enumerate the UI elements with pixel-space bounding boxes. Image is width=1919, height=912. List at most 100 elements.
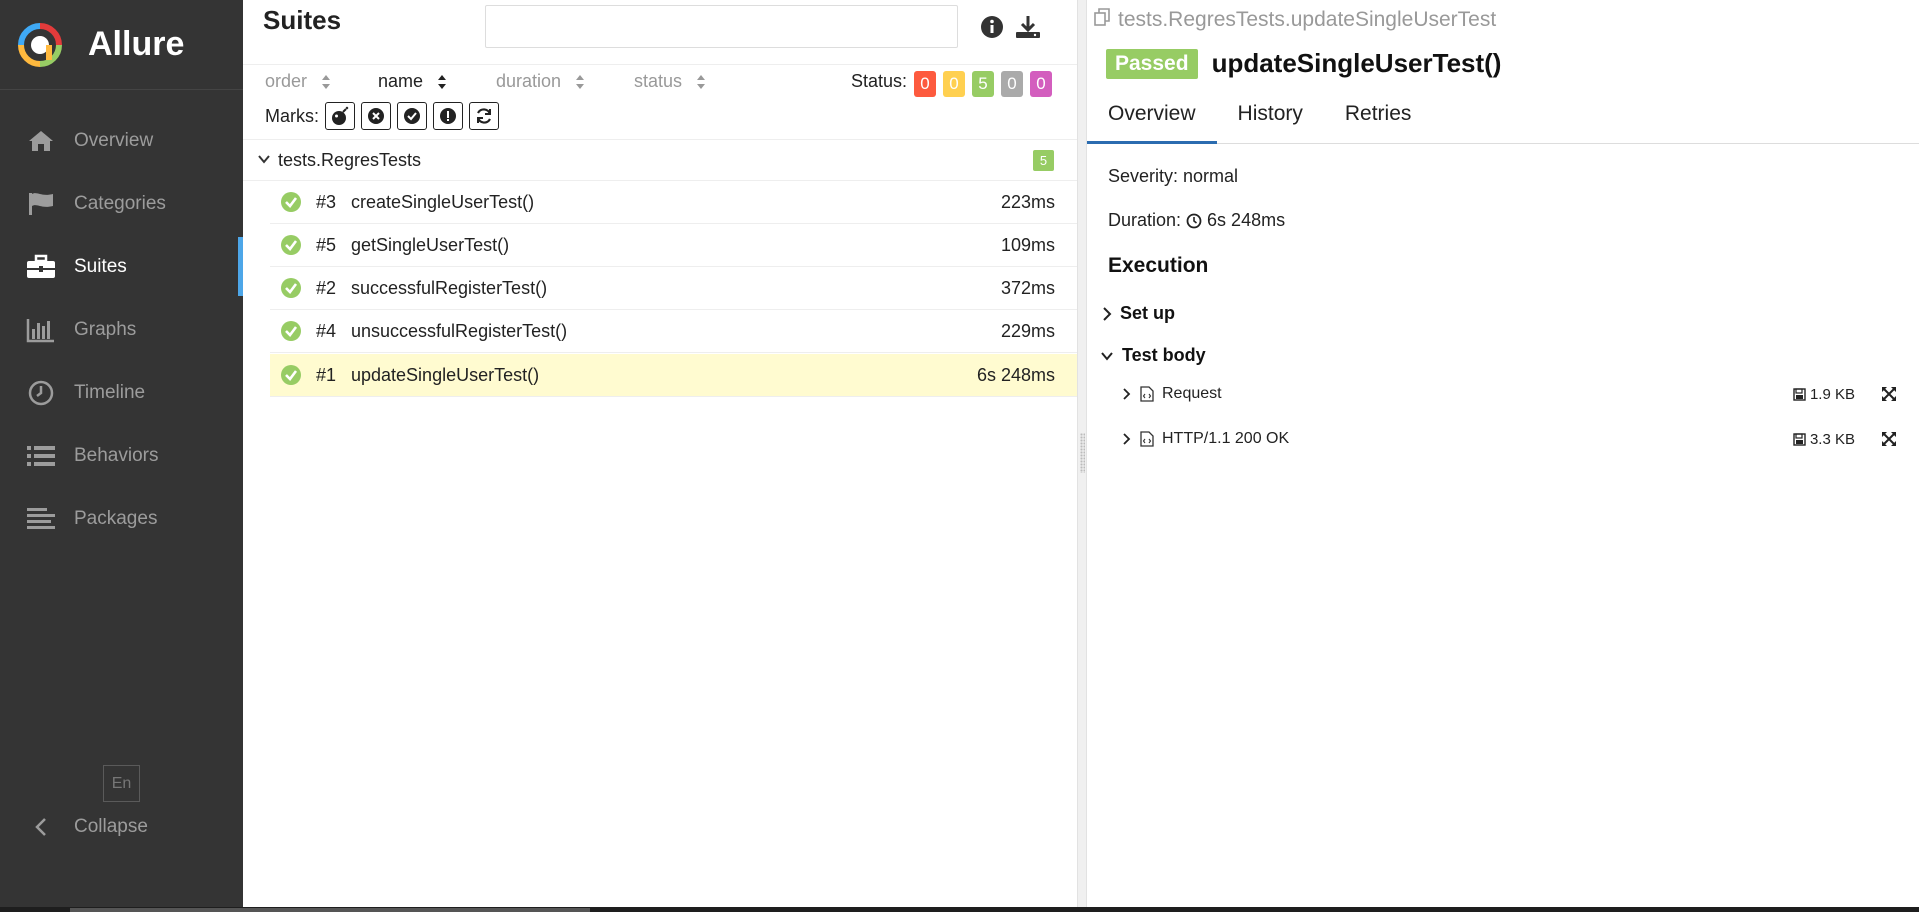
allure-logo-icon — [18, 22, 62, 67]
test-order: #2 — [316, 277, 337, 298]
test-name: unsuccessfulRegisterTest() — [351, 320, 568, 341]
collapse-label: Collapse — [74, 816, 148, 837]
passed-check-icon — [280, 277, 302, 304]
mark-new-passed-button[interactable] — [397, 102, 427, 130]
suites-panel: Suites order name duration status Status… — [243, 0, 1077, 912]
duration-label: Duration: — [1108, 210, 1182, 230]
step-label: Set up — [1120, 303, 1176, 323]
sidebar-item-timeline[interactable]: Timeline — [0, 361, 243, 424]
step-test-body[interactable]: Test body — [1100, 345, 1206, 366]
tab-overview[interactable]: Overview — [1087, 98, 1217, 144]
mark-new-broken-button[interactable] — [433, 102, 463, 130]
bar-chart-icon — [26, 315, 56, 345]
exclamation-circle-icon — [440, 108, 456, 124]
sort-arrows-icon — [575, 74, 585, 90]
copy-icon[interactable] — [1093, 7, 1113, 33]
passed-check-icon — [280, 234, 302, 261]
sidebar-item-behaviors[interactable]: Behaviors — [0, 424, 243, 487]
download-icon[interactable] — [1013, 12, 1043, 42]
test-row[interactable]: #3 createSingleUserTest() 223ms — [270, 181, 1077, 224]
mark-flaky-button[interactable] — [325, 102, 355, 130]
sidebar-item-label: Behaviors — [74, 444, 159, 466]
test-row[interactable]: #4 unsuccessfulRegisterTest() 229ms — [270, 310, 1077, 353]
attachment-row[interactable]: HTTP/1.1 200 OK 3.3 KB — [1122, 424, 1897, 454]
sidebar-item-label: Timeline — [74, 381, 146, 403]
attachment-name: Request — [1162, 385, 1222, 402]
status-filter-failed[interactable]: 0 — [914, 71, 936, 97]
briefcase-icon — [26, 252, 56, 282]
chevron-right-icon — [1123, 433, 1131, 445]
page-title: Suites — [263, 5, 342, 35]
chevron-down-icon — [257, 152, 271, 171]
suites-header: Suites — [243, 0, 1077, 65]
sort-by-order[interactable]: order — [265, 71, 331, 92]
chevron-left-icon — [26, 817, 56, 837]
status-filter-unknown[interactable]: 0 — [1030, 71, 1052, 97]
expand-icon[interactable] — [1881, 386, 1897, 402]
suite-group-row[interactable]: tests.RegresTests 5 — [243, 140, 1077, 181]
sort-label: name — [378, 71, 424, 91]
detail-tabs: Overview History Retries — [1087, 98, 1919, 144]
status-filter-broken[interactable]: 0 — [943, 71, 965, 97]
marks-filter: Marks: — [265, 102, 499, 130]
chevron-down-icon — [1101, 351, 1113, 361]
tab-history[interactable]: History — [1217, 98, 1324, 144]
test-order: #5 — [316, 234, 337, 255]
step-label: Test body — [1122, 345, 1206, 365]
collapse-button[interactable]: Collapse — [26, 816, 148, 838]
sort-arrows-icon — [696, 74, 706, 90]
breadcrumb: tests.RegresTests.updateSingleUserTest — [1093, 7, 1496, 33]
test-detail-panel: tests.RegresTests.updateSingleUserTest P… — [1087, 0, 1919, 912]
chevron-right-icon — [1123, 388, 1131, 400]
test-duration: 109ms — [1000, 234, 1055, 255]
tab-retries[interactable]: Retries — [1324, 98, 1433, 144]
attachment-size-value: 1.9 KB — [1809, 385, 1855, 403]
pane-splitter[interactable] — [1077, 0, 1087, 912]
sidebar-item-suites[interactable]: Suites — [0, 235, 243, 298]
test-row[interactable]: #2 successfulRegisterTest() 372ms — [270, 267, 1077, 310]
horizontal-scrollbar-thumb[interactable] — [70, 908, 590, 912]
marks-label: Marks: — [265, 105, 319, 126]
list-icon — [26, 441, 56, 471]
brand[interactable]: Allure — [0, 0, 243, 90]
test-name: successfulRegisterTest() — [351, 277, 548, 298]
save-icon — [1793, 432, 1806, 446]
status-filter-skipped[interactable]: 0 — [1001, 71, 1023, 97]
suite-group-count-badge: 5 — [1033, 150, 1054, 171]
sort-by-duration[interactable]: duration — [496, 71, 585, 92]
expand-icon[interactable] — [1881, 431, 1897, 447]
sidebar-nav: Overview Categories Suites Graphs Timeli… — [0, 109, 243, 550]
splitter-grip-icon — [1080, 433, 1085, 473]
step-set-up[interactable]: Set up — [1102, 303, 1175, 324]
test-duration: 223ms — [1000, 191, 1055, 212]
sidebar-item-graphs[interactable]: Graphs — [0, 298, 243, 361]
status-filter-passed[interactable]: 5 — [972, 71, 994, 97]
times-circle-icon — [368, 108, 384, 124]
info-icon[interactable] — [977, 12, 1007, 42]
search-input[interactable] — [485, 5, 958, 48]
refresh-icon — [476, 108, 492, 124]
test-title-row: Passed updateSingleUserTest() — [1106, 48, 1501, 79]
test-name: getSingleUserTest() — [351, 234, 510, 255]
mark-new-failed-button[interactable] — [361, 102, 391, 130]
status-badge: Passed — [1106, 48, 1198, 79]
sort-by-status[interactable]: status — [634, 71, 706, 92]
sidebar-item-label: Suites — [74, 255, 127, 277]
passed-check-icon — [280, 364, 302, 391]
sort-by-name[interactable]: name — [378, 71, 447, 92]
sort-arrows-icon — [437, 74, 447, 90]
sidebar-item-categories[interactable]: Categories — [0, 172, 243, 235]
save-icon — [1793, 387, 1806, 401]
mark-retries-button[interactable] — [469, 102, 499, 130]
test-row[interactable]: #5 getSingleUserTest() 109ms — [270, 224, 1077, 267]
brand-name: Allure — [88, 25, 185, 63]
language-switcher[interactable]: En — [103, 765, 140, 802]
sidebar-item-packages[interactable]: Packages — [0, 487, 243, 550]
severity-line: Severity: normal — [1108, 166, 1239, 186]
flag-icon — [26, 189, 56, 219]
attachment-row[interactable]: Request 1.9 KB — [1122, 379, 1897, 409]
sidebar-item-overview[interactable]: Overview — [0, 109, 243, 172]
test-order: #3 — [316, 191, 337, 212]
bomb-icon — [332, 106, 349, 125]
test-row-selected[interactable]: #1 updateSingleUserTest() 6s 248ms — [270, 354, 1077, 397]
